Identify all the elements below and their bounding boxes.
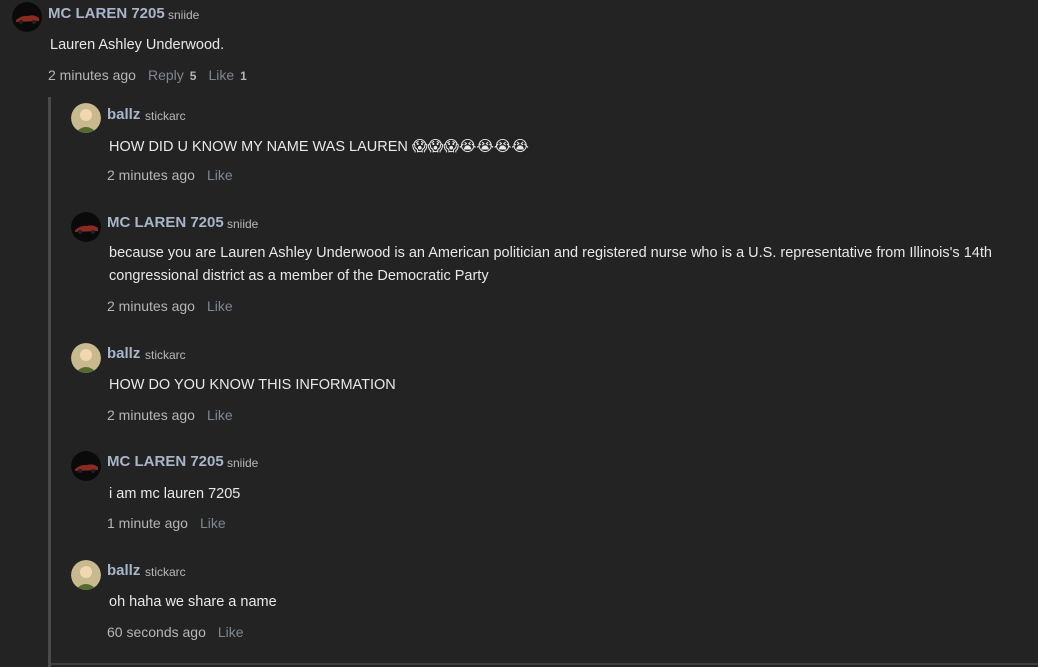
like-button[interactable]: Like: [207, 407, 233, 423]
car-avatar-icon: [71, 451, 101, 481]
like-button[interactable]: Like: [207, 167, 233, 183]
comment-meta: 2 minutes ago Like: [107, 298, 233, 314]
comment-text: HOW DO YOU KNOW THIS INFORMATION: [109, 377, 396, 393]
like-count: 1: [240, 69, 247, 83]
thread-line: [48, 97, 51, 667]
comment-meta: 2 minutes ago Like: [107, 407, 233, 423]
comment-author[interactable]: MC LAREN 7205: [107, 453, 224, 470]
comment-handle[interactable]: stickarc: [145, 109, 186, 123]
avatar[interactable]: [71, 212, 101, 242]
divider: [51, 663, 1038, 665]
person-avatar-icon: [71, 343, 101, 373]
comment-text-content: HOW DID U KNOW MY NAME WAS LAUREN: [109, 139, 408, 155]
comment-handle[interactable]: stickarc: [145, 348, 186, 362]
comment-author[interactable]: MC LAREN 7205: [107, 214, 224, 231]
emoji-sequence: 😱😱😱😭😭😭😭: [411, 137, 529, 155]
comment-handle[interactable]: stickarc: [145, 565, 186, 579]
avatar[interactable]: [71, 103, 101, 133]
comment-handle[interactable]: sniide: [227, 456, 258, 470]
comment-text: oh haha we share a name: [109, 594, 277, 610]
comment-timestamp: 2 minutes ago: [107, 407, 195, 423]
comment-timestamp: 2 minutes ago: [48, 67, 136, 83]
comment-meta: 2 minutes ago Reply 5 Like 1: [48, 67, 247, 83]
reply-button[interactable]: Reply: [148, 67, 184, 83]
comment-meta: 2 minutes ago Like: [107, 167, 233, 183]
car-avatar-icon: [12, 2, 42, 32]
avatar[interactable]: [71, 451, 101, 481]
comment-text: HOW DID U KNOW MY NAME WAS LAUREN 😱😱😱😭😭😭…: [109, 135, 529, 159]
like-button[interactable]: Like: [200, 515, 226, 531]
comment-text: i am mc lauren 7205: [109, 486, 241, 502]
avatar[interactable]: [12, 2, 42, 32]
comment-timestamp: 2 minutes ago: [107, 298, 195, 314]
like-button[interactable]: Like: [218, 624, 244, 640]
comment-author[interactable]: ballz: [107, 106, 140, 123]
avatar[interactable]: [71, 343, 101, 373]
comment-author[interactable]: ballz: [107, 562, 140, 579]
like-button[interactable]: Like: [208, 67, 234, 83]
comment-author[interactable]: ballz: [107, 345, 140, 362]
comment-handle[interactable]: sniide: [227, 217, 258, 231]
comment-timestamp: 60 seconds ago: [107, 624, 206, 640]
comment-timestamp: 2 minutes ago: [107, 167, 195, 183]
comment-author[interactable]: MC LAREN 7205: [48, 5, 165, 22]
comment-text: Lauren Ashley Underwood.: [50, 37, 225, 53]
comment-handle[interactable]: sniide: [168, 8, 199, 22]
comment-timestamp: 1 minute ago: [107, 515, 188, 531]
comment-meta: 1 minute ago Like: [107, 515, 226, 531]
person-avatar-icon: [71, 560, 101, 590]
avatar[interactable]: [71, 560, 101, 590]
like-button[interactable]: Like: [207, 298, 233, 314]
car-avatar-icon: [71, 212, 101, 242]
comment-meta: 60 seconds ago Like: [107, 624, 244, 640]
comment-text: because you are Lauren Ashley Underwood …: [109, 245, 992, 284]
reply-count: 5: [189, 69, 197, 83]
person-avatar-icon: [71, 103, 101, 133]
